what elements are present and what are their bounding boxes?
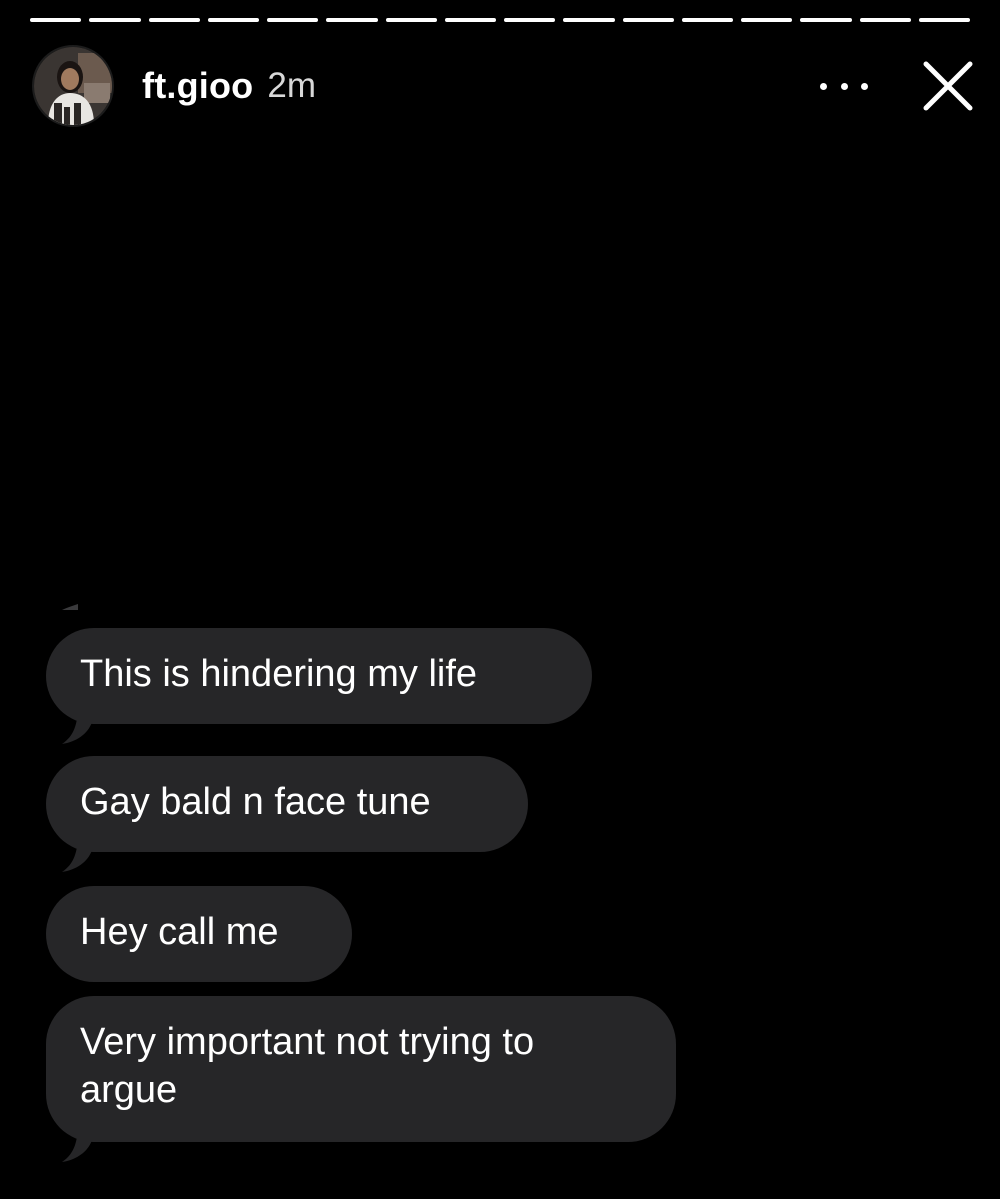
progress-segment (800, 18, 852, 22)
progress-segment (741, 18, 793, 22)
cropped-bubble-tail (62, 604, 78, 610)
story-username[interactable]: ft.gioo (142, 65, 253, 107)
progress-segment (267, 18, 319, 22)
progress-segment (859, 18, 911, 22)
progress-segment (563, 18, 615, 22)
progress-segment (148, 18, 200, 22)
progress-segment (207, 18, 259, 22)
progress-segment (918, 18, 970, 22)
story-timestamp: 2m (267, 66, 316, 105)
message-bubble: Hey call me (46, 886, 352, 982)
message-bubble: Very important not trying to argue (46, 996, 676, 1162)
story-progress-bar (30, 18, 970, 22)
progress-segment (385, 18, 437, 22)
avatar[interactable] (32, 45, 114, 127)
message-bubble: This is hindering my life (46, 628, 592, 744)
close-icon[interactable] (920, 58, 976, 114)
progress-segment (622, 18, 674, 22)
progress-segment (504, 18, 556, 22)
progress-segment (30, 18, 82, 22)
message-text: Hey call me (80, 911, 279, 953)
story-header: ft.gioo 2m (32, 44, 976, 128)
more-options-icon[interactable] (820, 76, 868, 96)
progress-segment (326, 18, 378, 22)
message-text: Very important not trying to argue (80, 1021, 535, 1111)
message-text: This is hindering my life (80, 653, 478, 695)
message-text: Gay bald n face tune (80, 781, 431, 823)
progress-segment (444, 18, 496, 22)
message-bubble: Gay bald n face tune (46, 756, 528, 872)
progress-segment (89, 18, 141, 22)
progress-segment (681, 18, 733, 22)
